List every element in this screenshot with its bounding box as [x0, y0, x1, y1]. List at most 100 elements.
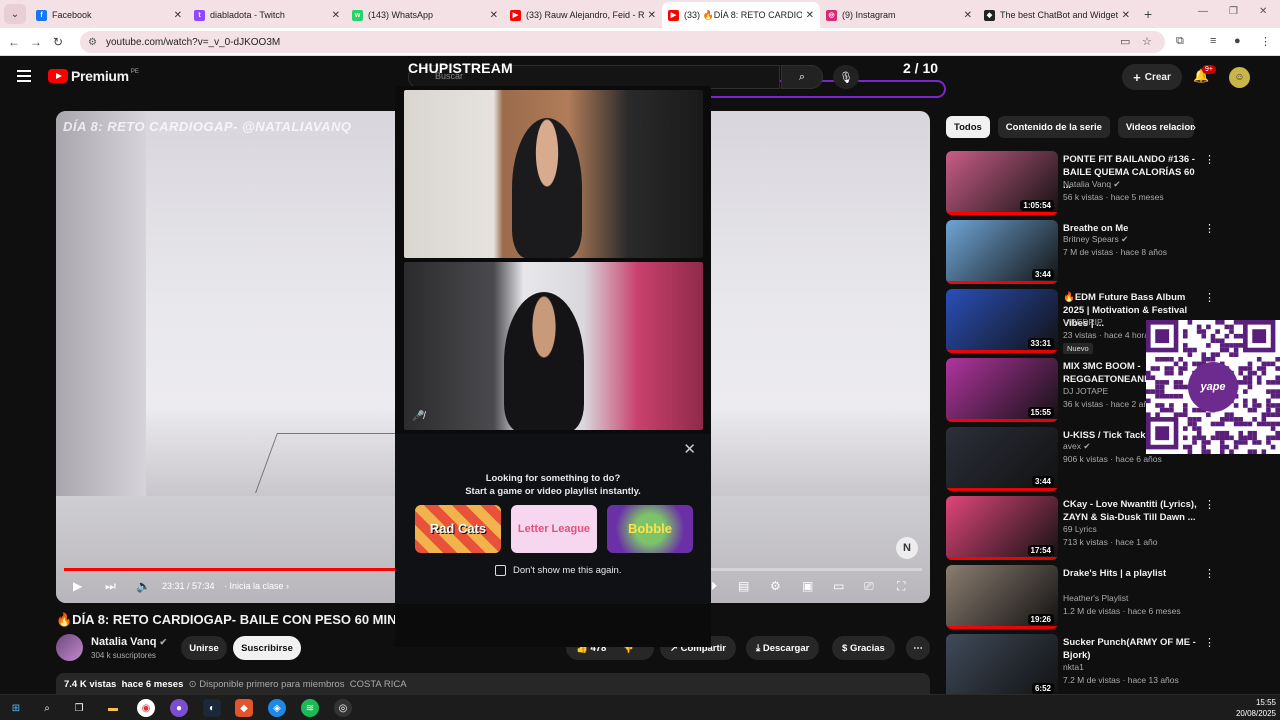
autoplay-icon[interactable]: ⏵ — [711, 579, 717, 594]
video-thumbnail[interactable]: 3:44 — [946, 427, 1058, 491]
chevron-right-icon[interactable]: › — [1192, 120, 1196, 134]
more-actions-icon[interactable]: ⋯ — [906, 636, 930, 660]
recommended-title[interactable]: Drake's Hits | a playlist — [1063, 567, 1203, 580]
browser-tab[interactable]: t diabladota - Twitch ✕ — [188, 2, 346, 28]
browser-tab[interactable]: ◎ (9) Instagram ✕ — [820, 2, 978, 28]
extensions-icon[interactable]: ⧉ — [1176, 35, 1184, 48]
browser-tab[interactable]: ▶ (33) 🔥DÍA 8: RETO CARDIOGA ✕ — [662, 2, 820, 28]
browser-tab[interactable]: w (143) WhatsApp ✕ — [346, 2, 504, 28]
recommended-channel[interactable]: nkta1 — [1063, 662, 1084, 672]
game-card-letter-league[interactable]: Letter League — [511, 505, 597, 553]
game-card-bobble[interactable]: Bobble — [607, 505, 693, 553]
more-options-icon[interactable]: ⋮ — [1204, 567, 1215, 580]
video-thumbnail[interactable]: 19:26 — [946, 565, 1058, 629]
close-icon[interactable]: ✕ — [683, 440, 696, 458]
theater-icon[interactable]: ▭ — [833, 579, 844, 593]
video-thumbnail[interactable]: 1:05:54 — [946, 151, 1058, 215]
more-options-icon[interactable]: ⋮ — [1204, 153, 1215, 166]
channel-watermark[interactable]: N — [896, 537, 918, 559]
create-button[interactable]: + Crear — [1122, 64, 1182, 90]
app-icon-1[interactable]: ● — [170, 699, 188, 717]
windows-start-icon[interactable]: ⊞ — [7, 699, 25, 717]
system-clock[interactable]: 15:55 20/08/2025 — [1230, 697, 1276, 719]
channel-name[interactable]: Natalia Vanq ✔ — [91, 636, 167, 648]
recommended-channel[interactable]: Britney Spears ✔ — [1063, 234, 1128, 245]
search-icon[interactable]: ⌕ — [781, 65, 823, 89]
recommended-channel[interactable]: avex ✔ — [1063, 441, 1090, 452]
more-options-icon[interactable]: ⋮ — [1204, 498, 1215, 511]
subscribe-button[interactable]: Suscribirse — [233, 636, 301, 660]
minimize-icon[interactable]: — — [1198, 6, 1208, 17]
mic-icon[interactable]: 🎙 — [833, 65, 859, 89]
chrome-icon[interactable]: ◉ — [137, 699, 155, 717]
video-thumbnail[interactable]: 6:52 — [946, 634, 1058, 698]
more-options-icon[interactable]: ⋮ — [1204, 636, 1215, 649]
chapter-button[interactable]: · Inicia la clase › — [224, 581, 289, 591]
video-thumbnail[interactable]: 3:44 — [946, 220, 1058, 284]
video-thumbnail[interactable]: 17:54 — [946, 496, 1058, 560]
account-avatar[interactable]: ☺ — [1229, 67, 1250, 88]
thanks-button[interactable]: $ Gracias — [832, 636, 895, 660]
recommended-video[interactable]: 1:05:54 PONTE FIT BAILANDO #136 - BAILE Q… — [946, 151, 1266, 215]
join-button[interactable]: Unirse — [181, 636, 227, 660]
close-window-icon[interactable]: ✕ — [1259, 6, 1267, 17]
close-tab-icon[interactable]: ✕ — [174, 10, 182, 21]
more-options-icon[interactable]: ⋮ — [1204, 222, 1215, 235]
filter-chip[interactable]: Todos — [946, 116, 990, 138]
download-button[interactable]: ⤓ Descargar — [746, 636, 820, 660]
recommended-video[interactable]: 6:52 Sucker Punch(ARMY OF ME - Bjork) nkta… — [946, 634, 1266, 698]
obs-app-icon[interactable]: ◆ — [235, 699, 253, 717]
back-icon[interactable]: ← — [3, 35, 25, 49]
app-icon-2[interactable]: ◈ — [268, 699, 286, 717]
media-icon[interactable]: ≡ — [1210, 35, 1216, 47]
fullscreen-icon[interactable]: ⛶ — [897, 579, 905, 594]
recommended-channel[interactable]: VIBEDRIP — [1063, 317, 1103, 327]
menu-icon[interactable]: ⋮ — [1260, 35, 1271, 48]
recommended-video[interactable]: 3:44 Breathe on Me Britney Spears ✔ 7 M de … — [946, 220, 1266, 284]
recommended-video[interactable]: 17:54 CKay - Love Nwantiti (Lyrics), ZAYN… — [946, 496, 1266, 560]
spotify-icon[interactable]: ≋ — [301, 699, 319, 717]
recommended-channel[interactable]: Natalia Vanq ✔ — [1063, 179, 1121, 190]
next-icon[interactable]: ⏭ — [105, 579, 116, 594]
close-tab-icon[interactable]: ✕ — [648, 10, 656, 21]
obs-icon[interactable]: ◎ — [334, 699, 352, 717]
recommended-title[interactable]: Sucker Punch(ARMY OF ME - Bjork) — [1063, 636, 1203, 662]
checkbox-box[interactable] — [495, 565, 506, 576]
close-tab-icon[interactable]: ✕ — [1122, 10, 1130, 21]
subtitles-icon[interactable]: ▤ — [738, 579, 749, 593]
miniplayer-icon[interactable]: ▣ — [802, 579, 813, 593]
bookmark-icon[interactable]: ☆ — [1142, 35, 1152, 48]
video-thumbnail[interactable]: 15:55 — [946, 358, 1058, 422]
channel-avatar[interactable] — [56, 634, 83, 661]
recommended-channel[interactable]: Heather's Playlist — [1063, 593, 1128, 603]
browser-tab[interactable]: f Facebook ✕ — [30, 2, 188, 28]
close-tab-icon[interactable]: ✕ — [490, 10, 498, 21]
dont-show-checkbox[interactable]: Don't show me this again. — [495, 565, 621, 576]
close-tab-icon[interactable]: ✕ — [964, 10, 972, 21]
reload-icon[interactable]: ↻ — [47, 35, 69, 49]
steam-icon[interactable]: ◐ — [203, 699, 221, 717]
recommended-channel[interactable]: DJ JOTAPE — [1063, 386, 1108, 396]
browser-tab[interactable]: ▶ (33) Rauw Alejandro, Feid - Re ✕ — [504, 2, 662, 28]
tab-search-icon[interactable]: ⌄ — [4, 4, 26, 24]
recommended-channel[interactable]: 69 Lyrics — [1063, 524, 1097, 534]
recommended-video[interactable]: 19:26 Drake's Hits | a playlist Heather's … — [946, 565, 1266, 629]
url-field[interactable]: ⚙ youtube.com/watch?v=_v_0-dJKOO3M — [80, 31, 1165, 53]
site-info-icon[interactable]: ⚙ — [88, 37, 97, 48]
maximize-icon[interactable]: ❐ — [1229, 6, 1238, 17]
video-thumbnail[interactable]: 33:31 — [946, 289, 1058, 353]
filter-chip[interactable]: Contenido de la serie — [997, 116, 1110, 138]
file-explorer-icon[interactable]: ▬ — [104, 699, 122, 717]
search-taskbar-icon[interactable]: ⌕ — [38, 699, 56, 717]
browser-tab[interactable]: ◆ The best ChatBot and Widgets ✕ — [978, 2, 1136, 28]
install-icon[interactable]: ▭ — [1120, 35, 1130, 48]
volume-icon[interactable]: 🔊 — [136, 579, 151, 593]
youtube-logo[interactable]: Premium PE — [48, 68, 139, 84]
close-tab-icon[interactable]: ✕ — [332, 10, 340, 21]
new-tab-icon[interactable]: + — [1144, 6, 1152, 22]
task-view-icon[interactable]: ❐ — [70, 699, 88, 717]
play-icon[interactable]: ▶ — [73, 579, 82, 593]
recommended-title[interactable]: CKay - Love Nwantiti (Lyrics), ZAYN & Si… — [1063, 498, 1203, 524]
game-card-rad-cats[interactable]: Rad Cats — [415, 505, 501, 553]
filter-chip[interactable]: Videos relacionados — [1117, 116, 1194, 138]
